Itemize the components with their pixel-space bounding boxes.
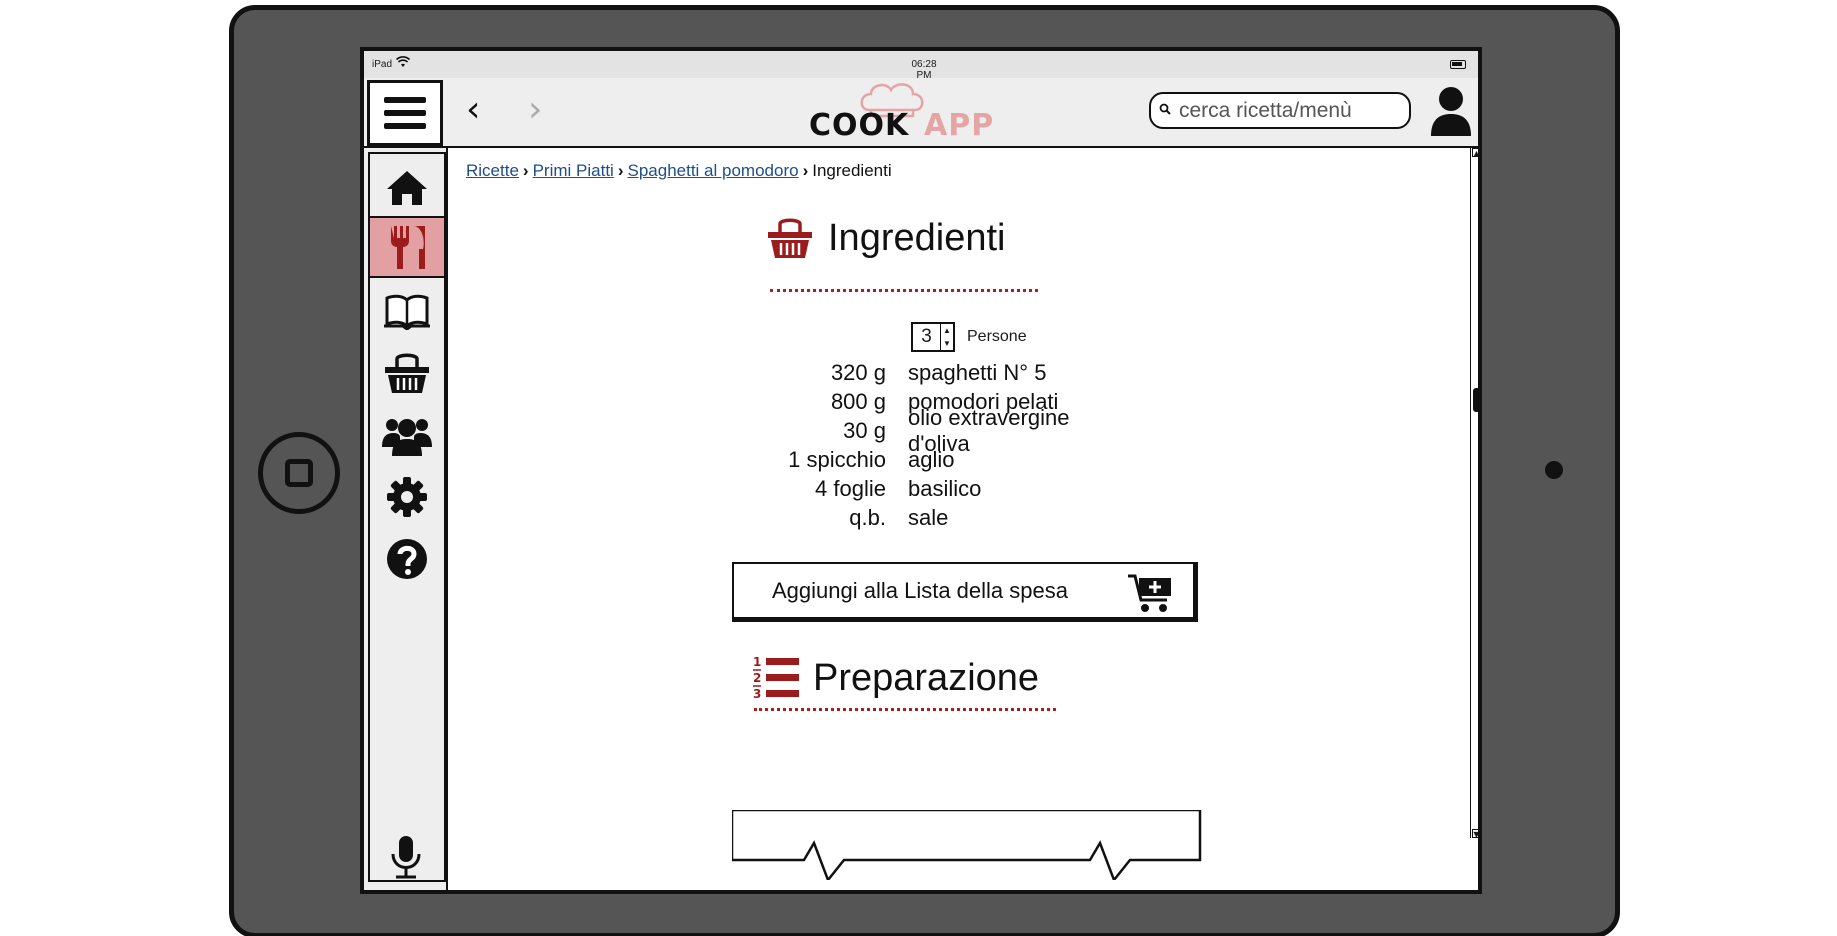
list-item: q.b. sale [728, 503, 1128, 532]
main-content: Ricette › Primi Piatti › Spaghetti al pomodo… [448, 148, 1470, 890]
preparation-title: Preparazione [813, 656, 1040, 699]
help-icon [387, 539, 427, 579]
ingredients-heading: Ingredienti [766, 216, 1005, 260]
screen: iPad 06:28 PM ‹ › COOK APP cerca ricetta… [360, 47, 1482, 894]
search-box[interactable] [1149, 92, 1411, 129]
logo-cook-text: COOK [809, 108, 910, 143]
sidebar-item-users[interactable] [370, 404, 444, 466]
breadcrumb-link-primi-piatti[interactable]: Primi Piatti [533, 161, 614, 180]
ingredients-title: Ingredienti [828, 216, 1006, 259]
logo-app-text: APP [924, 108, 995, 143]
ingredient-qty: 30 g [843, 417, 886, 443]
servings-stepper[interactable]: 3 ▲ ▼ Persone [911, 322, 1027, 352]
sidebar [364, 148, 448, 890]
camera [1545, 461, 1563, 479]
basket-icon [768, 218, 812, 258]
battery-icon [1450, 60, 1466, 69]
device-label: iPad [372, 59, 393, 70]
users-icon [382, 419, 432, 456]
stepper-up-icon[interactable]: ▲ [941, 324, 953, 337]
preparation-heading: 1 2 3 Preparazione [753, 654, 1039, 702]
ingredients-list: 320 g spaghetti N° 5 800 g pomodori pela… [728, 358, 1128, 532]
list-item: 4 foglie basilico [728, 474, 1128, 503]
hamburger-menu-button[interactable] [367, 80, 443, 146]
ingredient-name: spaghetti N° 5 [908, 359, 1047, 385]
list-item: 320 g spaghetti N° 5 [728, 358, 1128, 387]
book-icon [384, 294, 430, 330]
forward-arrow-icon[interactable]: › [528, 92, 542, 128]
list-item: 1 spicchio aglio [728, 445, 1128, 474]
back-arrow-icon[interactable]: ‹ [466, 92, 480, 128]
breadcrumb-separator: › [617, 161, 624, 180]
status-bar: iPad 06:28 PM [364, 51, 1478, 81]
fork-knife-icon [391, 226, 425, 269]
scrollbar[interactable]: ▲ ▼ [1470, 148, 1478, 839]
ingredient-qty: 1 spicchio [788, 446, 886, 472]
home-button[interactable] [258, 432, 340, 514]
home-icon [387, 171, 427, 205]
search-icon [1159, 103, 1179, 119]
breadcrumb-separator: › [522, 161, 529, 180]
scroll-down-icon[interactable]: ▼ [1472, 829, 1478, 839]
ingredient-name: basilico [908, 475, 982, 501]
basket-icon [385, 353, 429, 393]
ingredient-name: aglio [908, 446, 955, 472]
microphone-icon[interactable] [388, 834, 424, 884]
preparation-content-box [732, 810, 1202, 880]
sidebar-item-recipes[interactable] [370, 216, 444, 278]
svg-text:3: 3 [753, 687, 761, 701]
add-cart-icon [1128, 574, 1171, 612]
app-logo: COOK APP [809, 80, 993, 144]
breadcrumb-current: Ingredienti [812, 161, 892, 180]
servings-label: Persone [967, 328, 1027, 345]
gear-icon [387, 477, 427, 517]
add-to-shopping-list-label: Aggiungi alla Lista della spesa [772, 577, 1068, 603]
sidebar-item-help[interactable] [370, 528, 444, 590]
stepper-down-icon[interactable]: ▼ [941, 337, 953, 350]
numbered-list-icon: 1 2 3 [753, 655, 799, 701]
sidebar-item-home[interactable] [370, 157, 444, 219]
ingredient-qty: 320 g [830, 359, 886, 385]
breadcrumb-link-spaghetti[interactable]: Spaghetti al pomodoro [628, 161, 799, 180]
breadcrumb-separator: › [802, 161, 809, 180]
ingredient-qty: 4 foglie [815, 475, 886, 501]
ingredient-qty: 800 g [830, 388, 886, 414]
ingredients-divider [770, 289, 1038, 292]
list-item: 30 g olio extravergine d'oliva [728, 405, 1128, 456]
servings-value[interactable]: 3 [913, 324, 940, 350]
preparation-divider [754, 708, 1056, 711]
svg-text:1: 1 [753, 655, 761, 669]
ingredient-name: sale [908, 504, 949, 530]
ingredient-qty: q.b. [849, 504, 886, 530]
user-icon[interactable] [1427, 84, 1475, 140]
breadcrumb: Ricette › Primi Piatti › Spaghetti al pomodo… [466, 161, 892, 181]
add-to-shopping-list-button[interactable]: Aggiungi alla Lista della spesa [732, 562, 1198, 622]
sidebar-item-book[interactable] [370, 280, 444, 342]
breadcrumb-link-ricette[interactable]: Ricette [466, 161, 519, 180]
wifi-icon [395, 56, 411, 71]
scroll-up-icon[interactable]: ▲ [1472, 148, 1478, 158]
sidebar-item-settings[interactable] [370, 466, 444, 528]
scroll-thumb[interactable] [1473, 388, 1478, 412]
app-header: ‹ › COOK APP [364, 78, 1478, 148]
sidebar-item-basket[interactable] [370, 342, 444, 404]
search-input[interactable] [1179, 98, 1399, 123]
svg-text:2: 2 [753, 671, 761, 685]
